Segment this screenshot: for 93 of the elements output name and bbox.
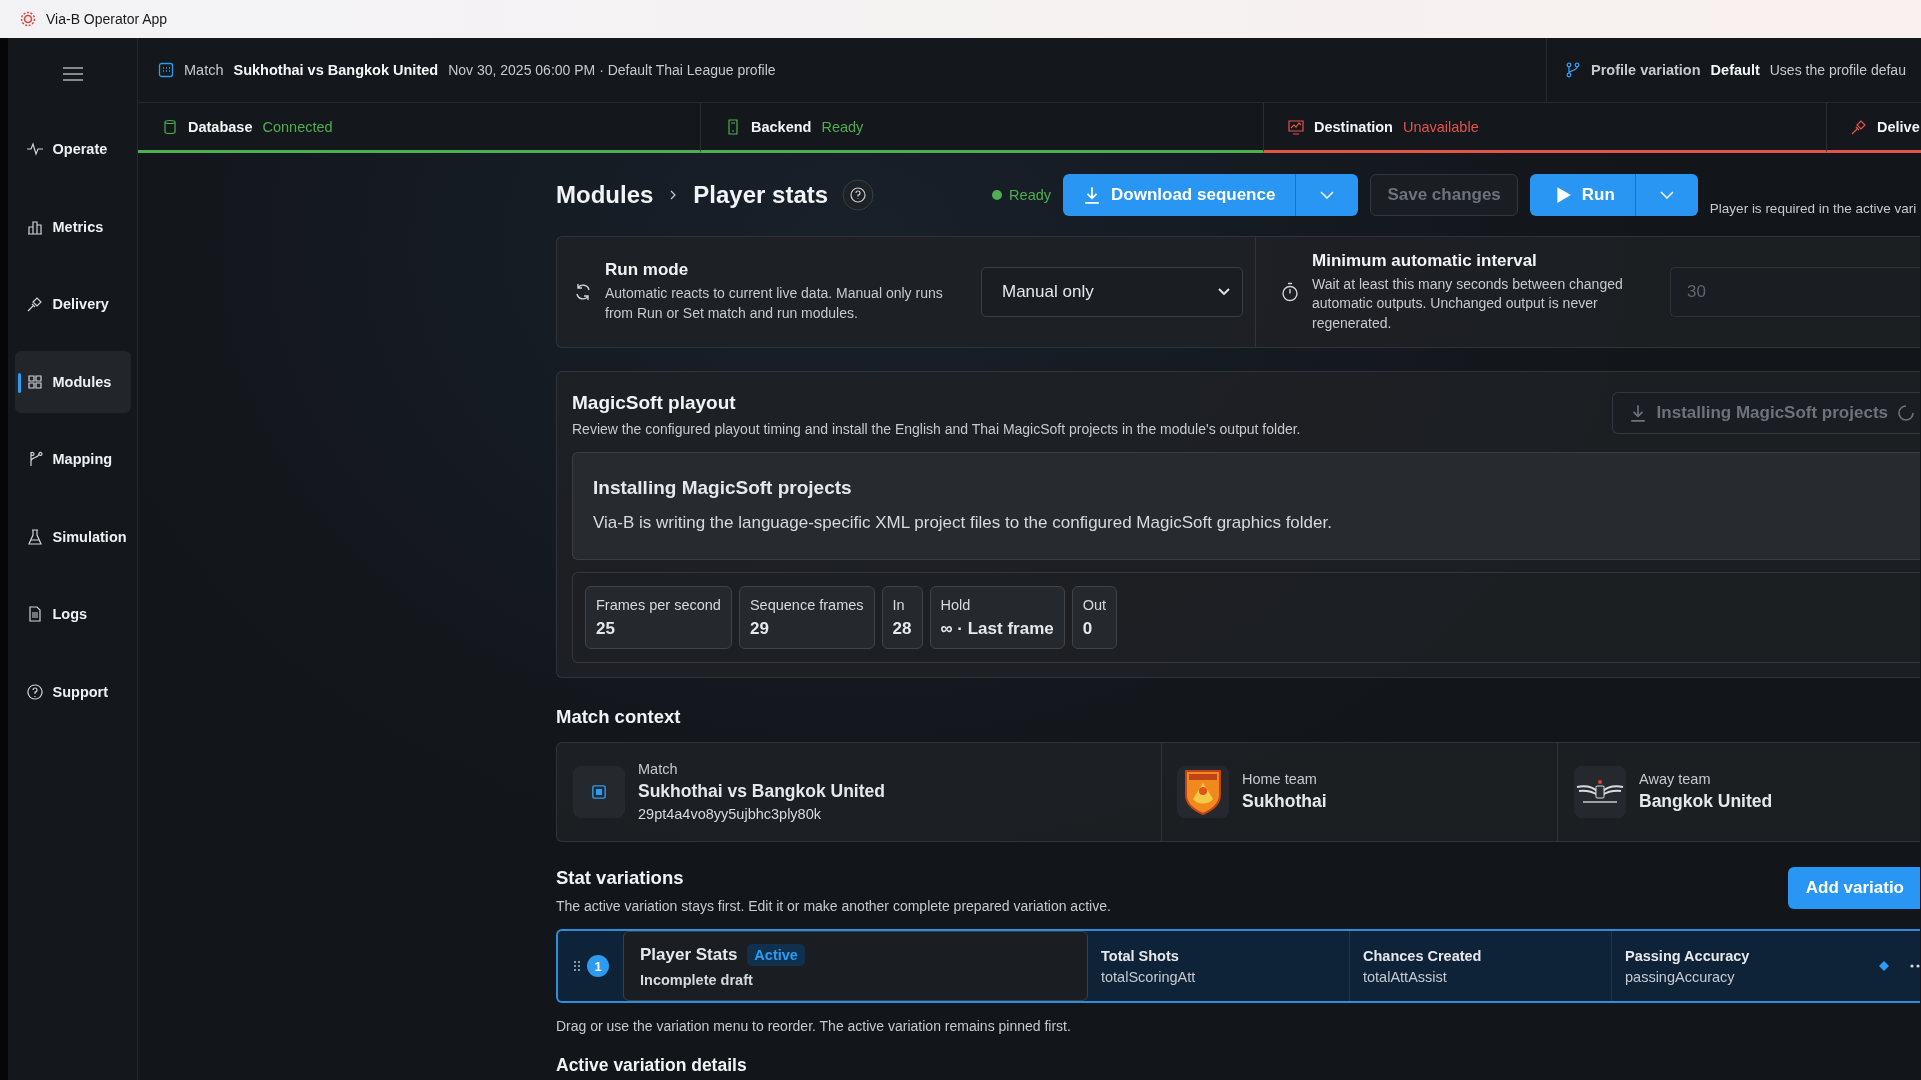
warning-note: Player is required in the active vari <box>1709 201 1917 216</box>
spinner-icon <box>1898 405 1914 421</box>
grid-icon <box>26 373 43 390</box>
status-dot-icon <box>992 190 1003 200</box>
timing-tile: In 28 <box>881 585 923 649</box>
timing-tile: Out 0 <box>1071 585 1118 649</box>
caret-icon <box>1320 191 1335 199</box>
help-icon <box>26 683 43 700</box>
status-tab[interactable]: Destination Unavailable <box>1264 103 1827 153</box>
ready-status: Ready <box>1009 187 1052 203</box>
stat-label: Passing Accuracy <box>1625 947 1751 964</box>
more-icon[interactable] <box>1910 964 1920 969</box>
app-logo-icon <box>20 11 36 27</box>
run-mode-title: Run mode <box>605 260 690 281</box>
caret-icon <box>1659 191 1674 199</box>
profile-label: Profile variation <box>1591 62 1701 78</box>
dropdown-button[interactable] <box>1296 174 1359 216</box>
run-mode-select[interactable]: Manual only <box>981 267 1243 317</box>
menu-icon[interactable] <box>62 67 83 81</box>
stat-key: passingAccuracy <box>1625 968 1874 985</box>
sidebar-item[interactable]: Support <box>14 660 131 723</box>
active-badge: Active <box>747 944 805 967</box>
chevron-down-icon <box>1218 288 1230 296</box>
home-team-name: Sukhothai <box>1242 791 1327 813</box>
profile-value: Default <box>1710 62 1760 78</box>
sidebar-item[interactable]: Metrics <box>14 195 131 258</box>
sidebar-item[interactable]: Delivery <box>14 273 131 335</box>
interval-title: Minimum automatic interval <box>1312 250 1538 271</box>
timing-tile: Sequence frames 29 <box>738 585 875 649</box>
download-icon <box>1628 404 1647 422</box>
timing-tile: Hold ∞ · Last frame <box>929 585 1065 649</box>
calendar-icon <box>158 62 174 78</box>
stat-key: totalScoringAtt <box>1101 968 1349 985</box>
match-details: Nov 30, 2025 06:00 PM · Default Thai League profile <box>448 62 776 78</box>
match-label: Match <box>638 761 679 778</box>
match-icon <box>573 765 625 818</box>
profile-note: Uses the profile defau <box>1769 62 1906 78</box>
monitor-icon <box>1288 118 1304 135</box>
flask-icon <box>26 528 43 545</box>
window-title: Via-B Operator App <box>46 11 168 27</box>
interval-field[interactable]: 30 <box>1670 267 1920 317</box>
drag-handle-icon[interactable] <box>574 961 580 972</box>
away-team-label: Away team <box>1639 771 1712 788</box>
away-team-name: Bangkok United <box>1639 791 1773 813</box>
shield-icon <box>1183 768 1223 815</box>
stat-label: Total Shots <box>1101 947 1180 964</box>
match-name: Sukhothai vs Bangkok United <box>638 781 885 803</box>
sidebar-item[interactable]: Simulation <box>14 505 131 568</box>
sidebar-item[interactable]: Logs <box>14 583 131 645</box>
pulse-icon <box>26 141 43 157</box>
refresh-icon <box>573 282 593 302</box>
status-tab[interactable]: Backend Ready <box>701 103 1264 153</box>
download-icon <box>1083 186 1102 204</box>
sidebar-item[interactable]: Mapping <box>14 428 131 490</box>
plug-icon <box>26 296 43 312</box>
notice-title: Installing MagicSoft projects <box>593 476 853 499</box>
stopwatch-icon <box>1280 282 1300 302</box>
sidebar-item[interactable]: Modules <box>14 350 131 413</box>
match-label: Match <box>184 62 224 78</box>
section-description: The active variation stays first. Edit it or make another complete prepared variation active. <box>556 896 1111 916</box>
page-title: Player stats <box>693 181 829 209</box>
match-name: Sukhothai vs Bangkok United <box>233 62 439 78</box>
stat-label: Chances Created <box>1363 947 1483 964</box>
home-team-label: Home team <box>1242 771 1318 788</box>
variation-row[interactable]: 1 Player Stats Active Incomplete draft Total Shots totalScoringAtt Chances Created totalAttAssist Passing Accuracy passingAccuracy <box>556 929 1920 1004</box>
playout-title: MagicSoft playout <box>572 392 737 414</box>
reorder-hint: Drag or use the variation menu to reorder. The active variation remains pinned first. <box>556 1017 1072 1037</box>
document-icon <box>26 606 43 622</box>
chevron-right-icon <box>669 189 678 201</box>
timing-tile: Frames per second 25 <box>585 585 732 649</box>
variation-name: Player Stats <box>640 945 738 966</box>
branch-icon <box>1565 62 1581 78</box>
breadcrumb-link[interactable]: Modules <box>556 181 654 209</box>
variation-status: Incomplete draft <box>640 972 754 989</box>
section-title: Match context <box>556 705 682 728</box>
run-mode-description: Automatic reacts to current live data. Manual only runs from Run or Set match and run modules. <box>605 284 944 323</box>
notice-text: Via-B is writing the language-specific XML project files to the configured MagicSoft graphics folder. <box>593 512 1333 533</box>
sidebar-item[interactable]: Operate <box>14 118 131 180</box>
stat-key: totalAttAssist <box>1363 968 1611 985</box>
plug-icon <box>1851 118 1867 135</box>
database-icon <box>162 118 178 135</box>
bar-chart-icon <box>26 218 43 235</box>
diamond-icon <box>1879 961 1889 972</box>
section-title: Active variation details <box>556 1054 748 1076</box>
status-tab[interactable]: Delive <box>1827 103 1921 153</box>
status-tab[interactable]: Database Connected <box>138 103 701 153</box>
order-badge: 1 <box>587 955 609 978</box>
phone-icon <box>725 118 741 135</box>
help-icon[interactable] <box>842 179 875 211</box>
match-id: 29pt4a4vo8yy5ujbhc3ply80k <box>638 806 822 823</box>
playout-description: Review the configured playout timing and install the English and Thai MagicSoft projects in the module's output folder. <box>572 420 1301 439</box>
interval-description: Wait at least this many seconds between changed automatic outputs. Unchanged output is never regenerated. <box>1312 274 1624 333</box>
section-title: Stat variations <box>556 866 685 889</box>
